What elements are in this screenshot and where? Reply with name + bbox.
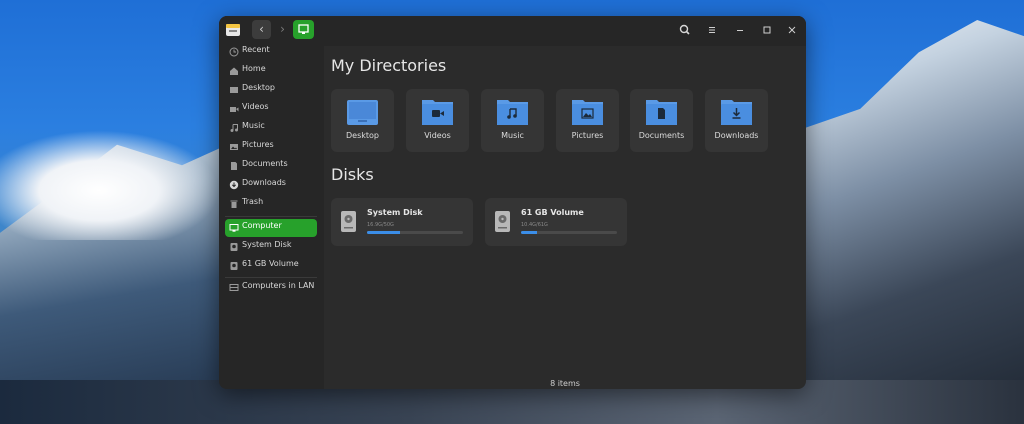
folder-documents-icon [646, 100, 677, 125]
close-icon [788, 26, 796, 34]
sidebar-item-system-disk[interactable]: System Disk [225, 238, 317, 256]
sidebar-item-label: Videos [242, 102, 269, 111]
home-icon [230, 67, 238, 75]
sidebar-item-desktop[interactable]: Desktop [225, 81, 317, 99]
sidebar-item-label: Downloads [242, 178, 286, 187]
forward-button[interactable]: › [273, 20, 292, 39]
folder-music-icon [497, 100, 528, 125]
sidebar-item-label: Documents [242, 159, 288, 168]
hard-drive-icon [495, 211, 510, 232]
search-button[interactable] [678, 23, 692, 37]
computer-location-button[interactable] [293, 20, 314, 39]
network-icon [229, 284, 239, 291]
disk-usage: 16.9G/50G [367, 222, 394, 228]
sidebar-item-label: Pictures [242, 140, 274, 149]
sidebar-item-videos[interactable]: Videos [225, 100, 317, 118]
wallpaper-cloud [0, 130, 220, 240]
clock-icon [229, 47, 239, 57]
desktop-icon [230, 87, 238, 93]
disks-heading: Disks [331, 165, 374, 184]
directory-tile-pictures[interactable]: Pictures [556, 89, 619, 152]
directory-label: Music [501, 131, 524, 140]
music-icon [230, 124, 238, 132]
maximize-icon [763, 26, 771, 34]
maximize-button[interactable] [760, 23, 774, 37]
disk-usage: 10.4G/61G [521, 222, 548, 228]
back-button[interactable]: ‹ [252, 20, 271, 39]
minimize-button[interactable] [733, 23, 747, 37]
sidebar-item-downloads[interactable]: Downloads [225, 176, 317, 194]
disk-name: 61 GB Volume [521, 208, 584, 217]
video-icon [230, 107, 239, 112]
drive-icon [230, 243, 238, 251]
trash-icon [230, 200, 238, 208]
directory-label: Documents [638, 131, 685, 140]
disk-usage-fill [521, 231, 538, 234]
close-button[interactable] [785, 23, 799, 37]
download-icon [229, 180, 239, 190]
sidebar-item-label: 61 GB Volume [242, 259, 299, 268]
directory-tile-documents[interactable]: Documents [630, 89, 693, 152]
directory-label: Pictures [571, 131, 604, 140]
sidebar-item-home[interactable]: Home [225, 62, 317, 80]
folder-video-icon [422, 100, 453, 125]
sidebar-item-computer[interactable]: Computer [225, 219, 317, 237]
directory-label: Downloads [714, 131, 759, 140]
file-manager-app-icon [226, 24, 240, 36]
sidebar-item-label: Home [242, 64, 266, 73]
disk-usage-bar [367, 231, 463, 234]
sidebar: Recent Home Desktop Videos Music Picture… [219, 43, 324, 389]
hard-drive-icon [341, 211, 356, 232]
directory-tile-downloads[interactable]: Downloads [705, 89, 768, 152]
directory-tile-music[interactable]: Music [481, 89, 544, 152]
disk-usage-fill [367, 231, 400, 234]
directory-label: Desktop [346, 131, 379, 140]
file-manager-window: ‹ › Recent Home Desktop Videos Music Pic… [219, 16, 806, 389]
computer-icon [298, 24, 309, 34]
hamburger-menu-icon [709, 27, 715, 33]
my-directories-heading: My Directories [331, 56, 447, 75]
sidebar-item-music[interactable]: Music [225, 119, 317, 137]
folder-downloads-icon [721, 100, 752, 125]
drive-icon [230, 262, 238, 270]
sidebar-item-label: Desktop [242, 83, 275, 92]
sidebar-item-label: Music [242, 121, 265, 130]
directory-tile-desktop[interactable]: Desktop [331, 89, 394, 152]
wallpaper-mountain-right [790, 20, 1024, 424]
titlebar: ‹ › [219, 16, 806, 46]
directory-label: Videos [424, 131, 451, 140]
sidebar-item-61gb-volume[interactable]: 61 GB Volume [225, 257, 317, 275]
sidebar-item-computers-in-lan[interactable]: Computers in LAN [225, 279, 317, 297]
image-icon [230, 144, 238, 150]
sidebar-item-label: Trash [242, 197, 264, 206]
status-bar-item-count: 8 items [550, 379, 580, 388]
sidebar-item-label: Computer [242, 221, 282, 230]
sidebar-item-pictures[interactable]: Pictures [225, 138, 317, 156]
sidebar-item-label: Recent [242, 45, 270, 54]
sidebar-divider [225, 216, 317, 217]
document-icon [231, 162, 237, 170]
menu-button[interactable] [705, 23, 719, 37]
sidebar-item-documents[interactable]: Documents [225, 157, 317, 175]
computer-icon [229, 224, 239, 232]
sidebar-item-label: Computers in LAN [242, 281, 315, 290]
folder-pictures-icon [572, 100, 603, 125]
minimize-icon [737, 30, 743, 31]
sidebar-item-label: System Disk [242, 240, 292, 249]
disk-tile-system-disk[interactable]: System Disk 16.9G/50G [331, 198, 473, 246]
folder-desktop-icon [347, 100, 378, 125]
main-content: My Directories Desktop Videos Music Pict… [324, 46, 806, 389]
directory-tile-videos[interactable]: Videos [406, 89, 469, 152]
sidebar-divider [225, 277, 317, 278]
sidebar-item-trash[interactable]: Trash [225, 195, 317, 213]
sidebar-item-recent[interactable]: Recent [225, 43, 317, 61]
disk-name: System Disk [367, 208, 423, 217]
disk-usage-bar [521, 231, 617, 234]
search-icon [679, 24, 690, 35]
disk-tile-61gb-volume[interactable]: 61 GB Volume 10.4G/61G [485, 198, 627, 246]
